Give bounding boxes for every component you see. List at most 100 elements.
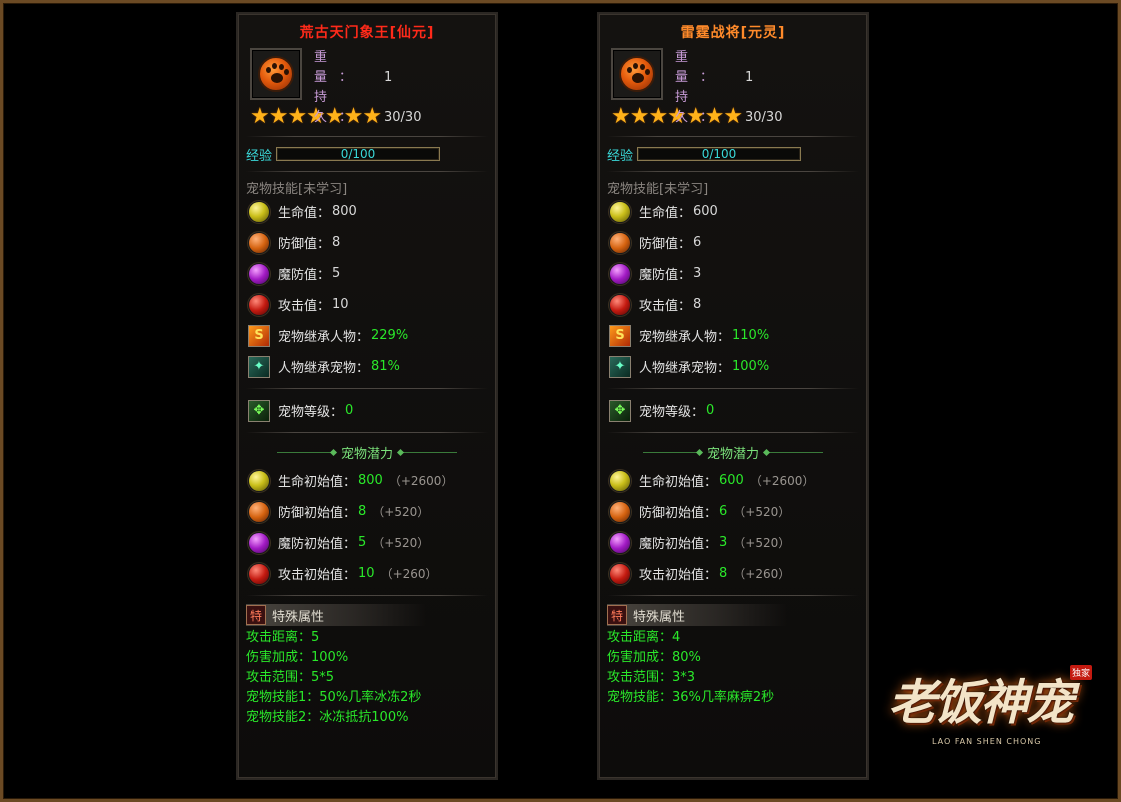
purple-orb-icon: [609, 262, 631, 285]
inherit-value: 110%: [732, 328, 770, 343]
paw-icon: [258, 56, 294, 92]
exp-label: 经验: [246, 148, 273, 164]
divider: [246, 432, 488, 433]
stat-row-atk: 攻击值： 8: [609, 289, 867, 320]
divider: [607, 388, 859, 389]
stat-row-atk: 攻击值： 10: [248, 289, 496, 320]
special-list: 攻击距离：4 伤害加成：80% 攻击范围：3*3 宠物技能：36%几率麻痹2秒: [599, 628, 867, 708]
skill-header: 宠物技能[未学习]: [607, 182, 709, 197]
level-square-icon: ✥: [609, 399, 631, 422]
inherit-value: 81%: [371, 359, 400, 374]
pet-icon-slot[interactable]: [611, 48, 663, 100]
stat-label: 生命值：: [278, 206, 331, 221]
potential-value: 6: [719, 504, 728, 519]
level-label: 宠物等级：: [278, 405, 344, 420]
level-value: 0: [345, 403, 354, 418]
special-item: 攻击距离：5: [246, 630, 320, 645]
potential-label: 攻击初始值：: [278, 568, 357, 583]
pet-name: 荒古天门象王[仙元]: [299, 25, 435, 41]
stat-row-def: 防御值： 8: [248, 227, 496, 258]
pet-meta: 重 量： 1 持 久： 30/30: [675, 48, 782, 128]
potential-row-def: 防御初始值： 8 （+520）: [248, 496, 496, 527]
exp-bar: 0/100: [637, 147, 802, 161]
weight-label: 重 量：: [675, 50, 726, 85]
potential-bonus: （+260）: [733, 567, 791, 581]
stat-label: 魔防值：: [639, 268, 692, 283]
stat-value: 8: [332, 235, 341, 250]
potential-value: 600: [719, 473, 744, 488]
durability-value: 30/30: [745, 110, 783, 125]
potential-bonus: （+520）: [733, 536, 791, 550]
special-item: 攻击范围：5*5: [246, 670, 335, 685]
divider: [607, 595, 859, 596]
exp-row: 经验 0/100: [599, 143, 867, 165]
potential-title: 宠物潜力: [340, 446, 393, 462]
level-label: 宠物等级：: [639, 405, 705, 420]
inherit-label: 人物继承宠物：: [639, 361, 731, 376]
pet-name: 雷霆战将[元灵]: [680, 25, 786, 41]
potential-value: 8: [358, 504, 367, 519]
divider: [607, 171, 859, 172]
special-header: 特 特殊属性: [246, 604, 426, 626]
level-value: 0: [706, 403, 715, 418]
potential-row-mdef: 魔防初始值： 3 （+520）: [609, 527, 867, 558]
yellow-orb-icon: [248, 200, 270, 223]
exp-row: 经验 0/100: [238, 143, 496, 165]
durability-label: 持 久：: [675, 90, 726, 125]
exp-text: 0/100: [701, 147, 737, 161]
inherit-row-2: ✦ 人物继承宠物： 81%: [248, 351, 496, 382]
level-square-icon: ✥: [248, 399, 270, 422]
potential-bonus: （+520）: [372, 505, 430, 519]
special-list: 攻击距离：5 伤害加成：100% 攻击范围：5*5 宠物技能1：50%几率冰冻2…: [238, 628, 496, 728]
stat-label: 攻击值：: [639, 299, 692, 314]
divider: [246, 171, 488, 172]
stat-label: 防御值：: [639, 237, 692, 252]
special-tag-icon: 特: [607, 605, 627, 625]
red-orb-icon: [248, 562, 270, 585]
potential-row-atk: 攻击初始值： 8 （+260）: [609, 558, 867, 589]
potential-row-def: 防御初始值： 6 （+520）: [609, 496, 867, 527]
potential-header: 宠物潜力: [238, 439, 496, 465]
pet-icon-slot[interactable]: [250, 48, 302, 100]
special-header: 特 特殊属性: [607, 604, 787, 626]
stat-row-hp: 生命值： 600: [609, 196, 867, 227]
orange-orb-icon: [248, 500, 270, 523]
logo-badge: 独家: [1070, 665, 1093, 680]
pet-header: 重 量： 1 持 久： 30/30: [238, 48, 496, 125]
special-title: 特殊属性: [272, 609, 325, 625]
exp-bar: 0/100: [276, 147, 441, 161]
potential-value: 10: [358, 566, 375, 581]
game-logo: 老饭神宠 独家 LAO FAN SHEN CHONG: [882, 655, 1107, 785]
potential-row-hp: 生命初始值： 600 （+2600）: [609, 465, 867, 496]
fire-square-icon: S: [609, 324, 631, 347]
stat-label: 攻击值：: [278, 299, 331, 314]
stat-label: 魔防值：: [278, 268, 331, 283]
green-square-icon: ✦: [609, 355, 631, 378]
divider: [607, 432, 859, 433]
logo-title: 老饭神宠: [888, 675, 1074, 731]
potential-label: 魔防初始值：: [278, 537, 357, 552]
inherit-label: 宠物继承人物：: [639, 330, 731, 345]
fire-square-icon: S: [248, 324, 270, 347]
pet-header: 重 量： 1 持 久： 30/30: [599, 48, 867, 125]
potential-row-atk: 攻击初始值： 10 （+260）: [248, 558, 496, 589]
inherit-value: 229%: [371, 328, 409, 343]
potential-value: 8: [719, 566, 728, 581]
pet-tooltip-2: 雷霆战将[元灵] 重 量： 1 持 久： 30/30 ★★★★★★★ 经验 0/10…: [597, 12, 869, 780]
durability-label: 持 久：: [314, 90, 365, 125]
stat-value: 8: [693, 297, 702, 312]
special-item: 宠物技能1：50%几率冰冻2秒: [246, 690, 422, 705]
stat-row-hp: 生命值： 800: [248, 196, 496, 227]
stat-row-def: 防御值： 6: [609, 227, 867, 258]
yellow-orb-icon: [609, 469, 631, 492]
potential-label: 防御初始值：: [639, 506, 718, 521]
stat-row-mdef: 魔防值： 3: [609, 258, 867, 289]
special-item: 攻击距离：4: [607, 630, 681, 645]
weight-label: 重 量：: [314, 50, 365, 85]
exp-text: 0/100: [340, 147, 376, 161]
inherit-row-2: ✦ 人物继承宠物： 100%: [609, 351, 867, 382]
potential-label: 魔防初始值：: [639, 537, 718, 552]
red-orb-icon: [609, 562, 631, 585]
divider: [246, 388, 488, 389]
potential-label: 生命初始值：: [278, 475, 357, 490]
